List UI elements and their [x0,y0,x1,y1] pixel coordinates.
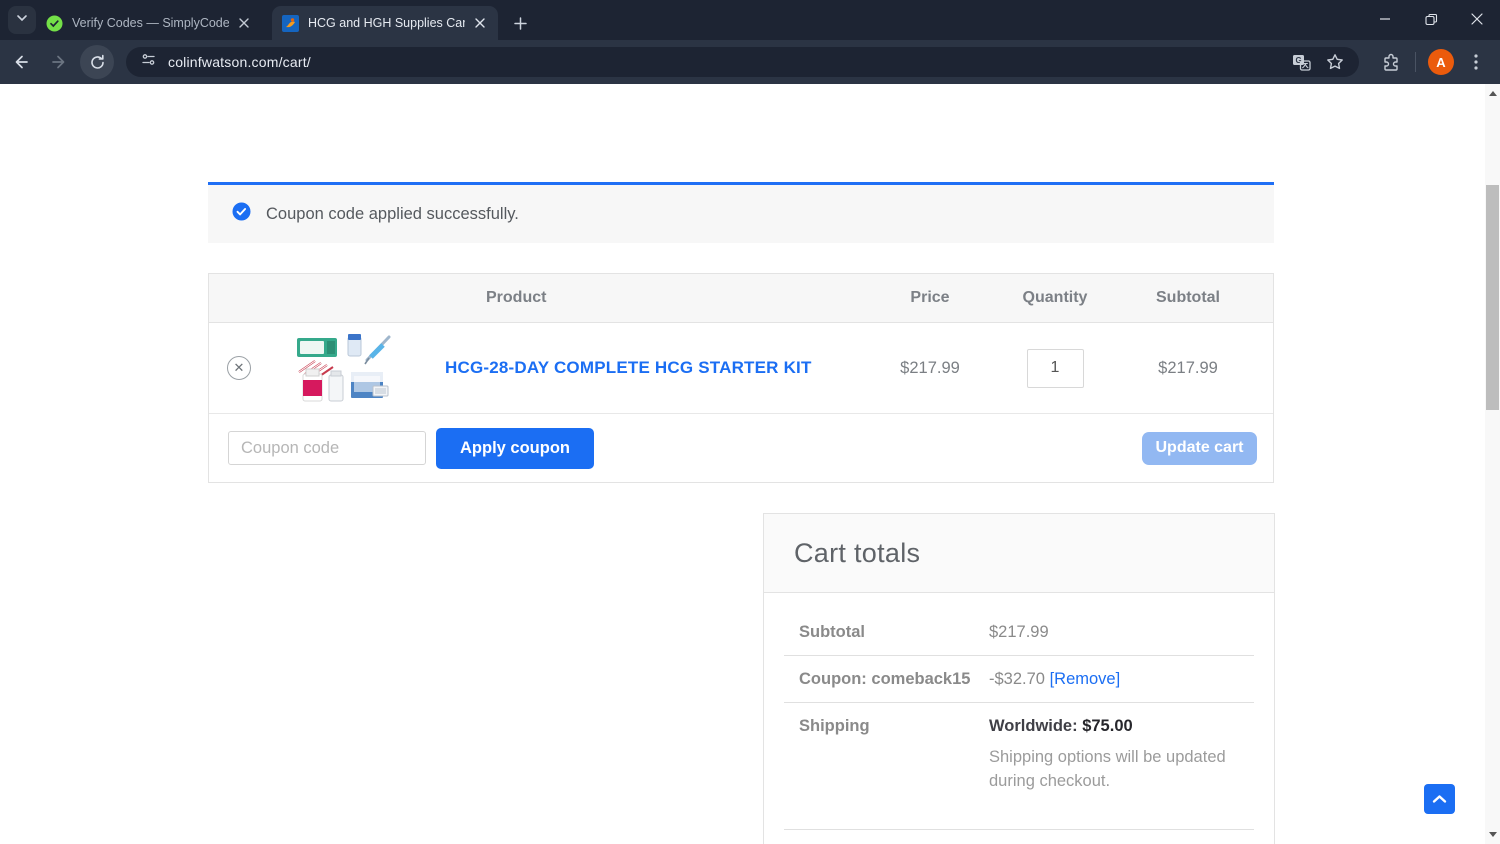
shipping-label: Shipping [799,717,870,735]
success-check-icon [232,202,251,226]
cart-table-header: Product Price Quantity Subtotal [209,274,1273,323]
notice-message: Coupon code applied successfully. [266,204,519,223]
window-controls [1362,0,1500,38]
update-cart-button[interactable]: Update cart [1142,431,1257,465]
reload-button[interactable] [80,45,114,79]
restore-button[interactable] [1408,0,1454,38]
item-subtotal: $217.99 [1158,358,1218,377]
shipping-row: Shipping Worldwide: $75.00 Shipping opti… [784,703,1254,830]
tab-title: Verify Codes — SimplyCodes [72,16,229,30]
subtotal-label: Subtotal [799,622,865,641]
quantity-input[interactable] [1026,348,1084,388]
cart-totals-header: Cart totals [764,514,1274,593]
cart-page: Coupon code applied successfully. Produc… [0,84,1485,844]
cart-actions-row: Apply coupon Update cart [209,414,1273,482]
cart-totals-body: Subtotal $217.99 Coupon: comeback15 -$32… [764,593,1274,830]
hcg-site-favicon-icon [282,14,299,32]
chevron-up-icon [1432,792,1447,807]
chevron-down-icon [16,11,28,29]
menu-dots-icon[interactable] [1462,48,1490,76]
cart-totals-panel: Cart totals Subtotal $217.99 Coupon: com… [763,513,1275,844]
scrollbar-down-arrow[interactable] [1485,827,1500,842]
coupon-code-input[interactable] [228,431,426,465]
shipping-price: $75.00 [1082,717,1133,735]
coupon-discount-value: -$32.70 [989,669,1045,688]
toolbar-right: A [1369,48,1490,76]
coupon-row: Coupon: comeback15 -$32.70 [Remove] [784,656,1254,703]
scroll-to-top-button[interactable] [1424,784,1455,814]
page-scrollbar[interactable] [1485,84,1500,844]
shipping-note: Shipping options will be updated during … [989,748,1226,790]
browser-toolbar: colinfwatson.com/cart/ G A [0,40,1500,84]
bookmark-star-icon[interactable] [1325,52,1345,72]
extensions-icon[interactable] [1377,48,1405,76]
subtotal-row: Subtotal $217.99 [784,609,1254,656]
column-header-subtotal: Subtotal [1156,289,1220,306]
toolbar-divider [1415,52,1416,72]
forward-button[interactable] [42,45,76,79]
column-header-price: Price [910,289,950,306]
profile-avatar[interactable]: A [1428,49,1454,75]
tab-search-button[interactable] [8,6,36,34]
subtotal-value: $217.99 [989,622,1049,641]
tab-close-icon[interactable] [471,15,488,32]
address-bar[interactable]: colinfwatson.com/cart/ G [126,47,1359,77]
product-name-link[interactable]: HCG-28-DAY COMPLETE HCG STARTER KIT [419,358,812,377]
coupon-label: Coupon: comeback15 [799,669,971,688]
tab-hcg-cart[interactable]: HCG and HGH Supplies Cart | C [272,6,498,40]
url-text[interactable]: colinfwatson.com/cart/ [168,54,1277,70]
new-tab-button[interactable] [506,9,534,37]
cart-totals-title: Cart totals [794,537,921,568]
browser-window: Verify Codes — SimplyCodes HCG and HGH S… [0,0,1500,844]
item-price: $217.99 [900,358,960,377]
cart-item-row: ✕ HCG-28-DAY COMPLETE HCG STARTER KIT $2… [209,323,1273,414]
scrollbar-up-arrow[interactable] [1485,86,1500,101]
back-button[interactable] [4,45,38,79]
tab-close-icon[interactable] [235,15,252,32]
column-header-quantity: Quantity [1022,289,1088,306]
translate-icon[interactable]: G [1291,52,1311,72]
site-info-icon[interactable] [140,51,157,73]
column-header-product: Product [486,289,547,306]
cart-table: Product Price Quantity Subtotal ✕ HCG-28… [208,273,1274,483]
tab-strip: Verify Codes — SimplyCodes HCG and HGH S… [0,0,1500,40]
product-thumbnail[interactable] [291,328,399,404]
close-window-button[interactable] [1454,0,1500,38]
simplycodes-favicon-icon [46,15,63,32]
remove-coupon-link[interactable]: [Remove] [1050,670,1121,688]
shipping-method: Worldwide: [989,717,1078,735]
apply-coupon-button[interactable]: Apply coupon [436,427,594,469]
tab-simplycodes[interactable]: Verify Codes — SimplyCodes [36,6,262,40]
minimize-button[interactable] [1362,0,1408,38]
coupon-success-notice: Coupon code applied successfully. [208,182,1274,243]
tab-title: HCG and HGH Supplies Cart | C [308,16,465,30]
scrollbar-thumb[interactable] [1486,185,1499,410]
remove-item-icon[interactable]: ✕ [227,356,251,380]
